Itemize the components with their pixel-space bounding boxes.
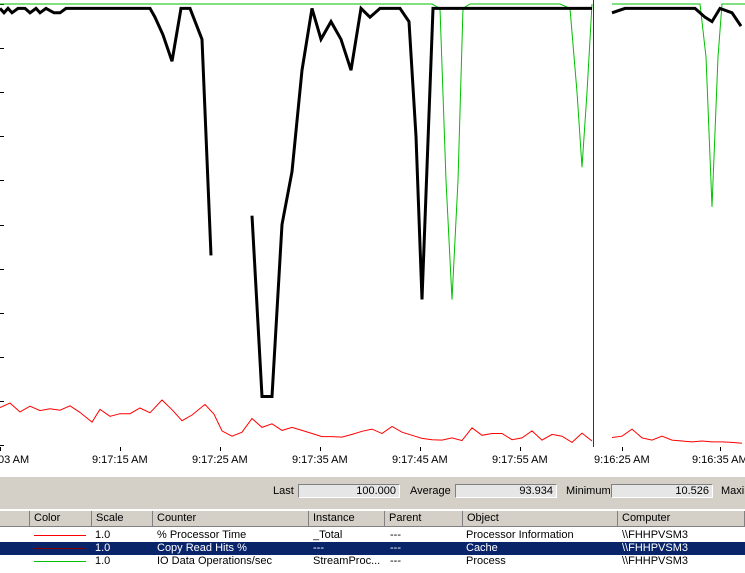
counter-cell: Copy Read Hits % [157, 542, 247, 554]
series-line-io-data-operations-sec [612, 3, 745, 207]
counter-legend-table[interactable]: Color Scale Counter Instance Parent Obje… [0, 509, 745, 573]
instance-cell: --- [313, 542, 324, 554]
x-tick-label: 9:17:15 AM [92, 454, 148, 466]
counter-row-copy-read-hits[interactable]: 1.0 Copy Read Hits % --- --- Cache \\FHH… [0, 542, 745, 555]
last-value: 100.000 [298, 484, 400, 498]
series-line-copy-read-hits- [611, 428, 743, 444]
computer-cell: \\FHHPVSM3 [622, 542, 689, 554]
header-computer[interactable]: Computer [618, 511, 745, 527]
x-tick-label: 9:17:25 AM [192, 454, 248, 466]
instance-cell: StreamProc... [313, 555, 381, 567]
header-scale[interactable]: Scale [92, 511, 153, 527]
header-select[interactable] [0, 511, 30, 527]
x-tick-mark [120, 447, 121, 451]
color-swatch [34, 561, 86, 562]
average-value: 93.934 [455, 484, 557, 498]
chart-canvas [0, 0, 745, 447]
statistics-bar: Last 100.000 Average 93.934 Minimum 10.5… [0, 477, 745, 509]
x-tick-label: 03 AM [0, 454, 30, 466]
x-tick-label: 9:16:35 AM [692, 454, 745, 466]
computer-cell: \\FHHPVSM3 [622, 555, 689, 567]
header-counter[interactable]: Counter [153, 511, 309, 527]
counter-row-io-data-operations[interactable]: 1.0 IO Data Operations/sec StreamProc...… [0, 555, 745, 568]
x-tick-mark [420, 447, 421, 451]
maximum-label: Maxi [721, 485, 745, 497]
x-tick-label: 9:17:55 AM [492, 454, 548, 466]
counter-cell: IO Data Operations/sec [157, 555, 272, 567]
x-tick-mark [220, 447, 221, 451]
counter-row-processor-time[interactable]: 1.0 % Processor Time _Total --- Processo… [0, 529, 745, 542]
parent-cell: --- [390, 542, 401, 554]
scale-cell: 1.0 [95, 555, 111, 567]
instance-cell: _Total [313, 529, 343, 541]
series-line-io-data-operations-sec [0, 3, 593, 300]
series-line-copy-read-hits- [0, 399, 593, 444]
color-swatch [34, 535, 86, 536]
header-object[interactable]: Object [463, 511, 618, 527]
minimum-value: 10.526 [611, 484, 713, 498]
counter-cell: % Processor Time [157, 529, 247, 541]
header-color[interactable]: Color [30, 511, 92, 527]
performance-graph[interactable] [0, 0, 745, 447]
parent-cell: --- [390, 529, 401, 541]
color-swatch [34, 548, 86, 549]
x-tick-mark [0, 447, 1, 451]
x-tick-mark [720, 447, 721, 451]
series-line--processor-time [250, 5, 592, 398]
object-cell: Cache [466, 542, 498, 554]
object-cell: Process [466, 555, 506, 567]
average-label: Average [410, 485, 451, 497]
x-tick-mark [320, 447, 321, 451]
scale-cell: 1.0 [95, 529, 111, 541]
x-axis: 03 AM 9:17:15 AM 9:17:25 AM 9:17:35 AM 9:17:… [0, 447, 745, 477]
header-parent[interactable]: Parent [385, 511, 463, 527]
object-cell: Processor Information [466, 529, 574, 541]
parent-cell: --- [390, 555, 401, 567]
minimum-label: Minimum [566, 485, 611, 497]
scale-cell: 1.0 [95, 542, 111, 554]
x-tick-label: 9:17:35 AM [292, 454, 348, 466]
x-tick-label: 9:17:45 AM [392, 454, 448, 466]
computer-cell: \\FHHPVSM3 [622, 529, 689, 541]
x-tick-mark [520, 447, 521, 451]
header-instance[interactable]: Instance [309, 511, 385, 527]
series-line--processor-time [0, 6, 213, 256]
last-label: Last [273, 485, 294, 497]
x-tick-label: 9:16:25 AM [594, 454, 650, 466]
x-tick-mark [622, 447, 623, 451]
